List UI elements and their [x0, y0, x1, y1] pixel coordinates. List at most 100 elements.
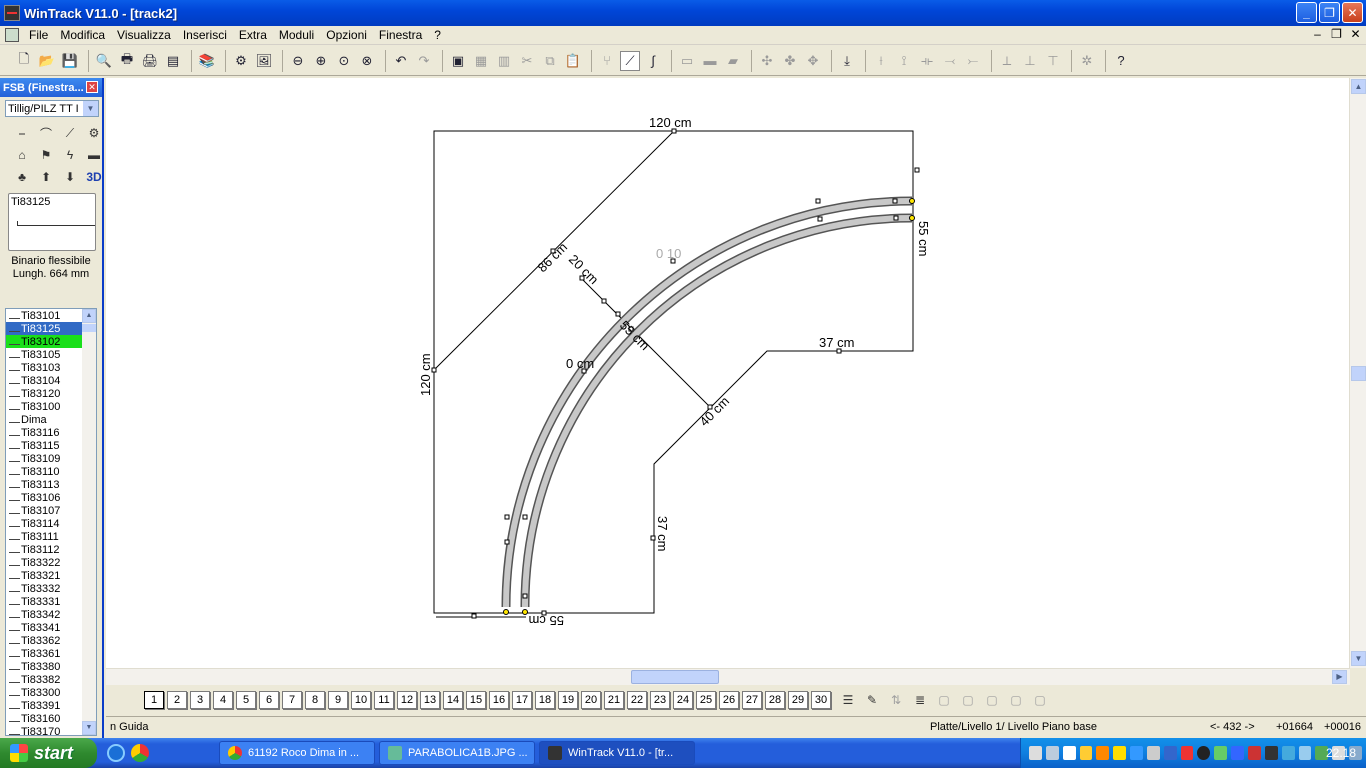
layer-button[interactable]: 17 [512, 691, 532, 709]
list-item[interactable]: Ti83361 [6, 647, 82, 660]
layer-button[interactable]: 23 [650, 691, 670, 709]
list-item[interactable]: Ti83111 [6, 530, 82, 543]
vertical-scrollbar[interactable]: ▲ ▼ [1349, 78, 1366, 668]
menu-file[interactable]: File [23, 28, 54, 42]
tray-app-12-icon[interactable] [1298, 746, 1312, 760]
library-icon[interactable]: 📚 [197, 51, 217, 71]
height-2-icon[interactable]: ⊥ [1020, 51, 1040, 71]
layer-button[interactable]: 9 [328, 691, 348, 709]
align-1-icon[interactable]: ⟊ [871, 51, 891, 71]
print-preview-icon[interactable]: 🔍 [94, 51, 114, 71]
layer-button[interactable]: 15 [466, 691, 486, 709]
scroll-down-icon[interactable]: ▼ [82, 721, 96, 735]
menu-visualizza[interactable]: Visualizza [111, 28, 177, 42]
layer-button[interactable]: 29 [788, 691, 808, 709]
list-item[interactable]: Ti83106 [6, 491, 82, 504]
layer-height-icon[interactable]: ⇅ [886, 691, 906, 709]
start-button[interactable]: start [0, 738, 97, 768]
building-icon[interactable]: ⌂ [12, 145, 32, 165]
lower-icon[interactable]: ⬇ [60, 167, 80, 187]
menu-finestra[interactable]: Finestra [373, 28, 428, 42]
doc-minimize-button[interactable]: – [1311, 27, 1324, 41]
straight-track-icon[interactable]: ⎯ [12, 123, 32, 143]
list-item[interactable]: Ti83160 [6, 712, 82, 725]
layer-button[interactable]: 16 [489, 691, 509, 709]
layer-button[interactable]: 14 [443, 691, 463, 709]
layer-button[interactable]: 10 [351, 691, 371, 709]
layer-button[interactable]: 22 [627, 691, 647, 709]
open-folder-icon[interactable]: 📂 [37, 51, 57, 71]
tray-app-2-icon[interactable] [1045, 746, 1059, 760]
list-item[interactable]: Ti83125 [6, 322, 82, 335]
align-4-icon[interactable]: ⤙ [940, 51, 960, 71]
tray-app-10-icon[interactable] [1247, 746, 1261, 760]
zoom-all-icon[interactable]: ⊗ [357, 51, 377, 71]
list-item[interactable]: Ti83382 [6, 673, 82, 686]
list-item[interactable]: Ti83109 [6, 452, 82, 465]
parameters-icon[interactable]: ⚙ [231, 51, 251, 71]
zoom-in-icon[interactable]: ⊕ [311, 51, 331, 71]
tray-folder-icon[interactable] [1079, 746, 1093, 760]
zoom-window-icon[interactable]: ⊙ [334, 51, 354, 71]
layer-button[interactable]: 7 [282, 691, 302, 709]
layer-button[interactable]: 26 [719, 691, 739, 709]
switch-track-icon[interactable]: ⟋ [60, 123, 80, 143]
panel-close-button[interactable]: ✕ [86, 81, 98, 93]
layer-edit-icon[interactable]: ✎ [862, 691, 882, 709]
new-file-icon[interactable]: 🗋 [14, 51, 34, 71]
layer-button[interactable]: 19 [558, 691, 578, 709]
list-item[interactable]: Ti83102 [6, 335, 82, 348]
layer-button[interactable]: 25 [696, 691, 716, 709]
view-5-icon[interactable]: ▢ [1030, 691, 1050, 709]
cut-icon[interactable]: ✂ [517, 51, 537, 71]
height-1-icon[interactable]: ⟂ [997, 51, 1017, 71]
align-2-icon[interactable]: ⟟ [894, 51, 914, 71]
scroll-down-icon[interactable]: ▼ [1351, 651, 1366, 666]
layer-3-icon[interactable]: ▰ [723, 51, 743, 71]
copy-icon[interactable]: ⧉ [540, 51, 560, 71]
tray-app-7-icon[interactable] [1180, 746, 1194, 760]
close-button[interactable]: ✕ [1342, 2, 1363, 23]
tray-app-1-icon[interactable] [1029, 746, 1042, 760]
layer-button[interactable]: 1 [144, 691, 164, 709]
list-item[interactable]: Ti83322 [6, 556, 82, 569]
align-5-icon[interactable]: ⤚ [963, 51, 983, 71]
minimize-button[interactable]: _ [1296, 2, 1317, 23]
panel-title-bar[interactable]: FSB (Finestra... ✕ [0, 78, 102, 97]
paste-icon[interactable]: 📋 [563, 51, 583, 71]
print-icon[interactable]: 🖶 [117, 51, 137, 71]
turntable-icon[interactable]: ⚙ [84, 123, 104, 143]
tray-network-icon[interactable] [1130, 746, 1143, 760]
list-item[interactable]: Ti83120 [6, 387, 82, 400]
scroll-thumb[interactable] [82, 324, 96, 332]
list-item[interactable]: Ti83113 [6, 478, 82, 491]
bluetooth-icon[interactable] [1231, 746, 1244, 760]
undo-icon[interactable]: ↶ [391, 51, 411, 71]
task-image-viewer[interactable]: PARABOLICA1B.JPG ... [379, 741, 535, 765]
list-item[interactable]: Ti83391 [6, 699, 82, 712]
list-item[interactable]: Ti83110 [6, 465, 82, 478]
save-icon[interactable]: 💾 [60, 51, 80, 71]
layer-button[interactable]: 30 [811, 691, 831, 709]
tray-monitor-icon[interactable] [1264, 746, 1278, 760]
layer-button[interactable]: 24 [673, 691, 693, 709]
tray-app-3-icon[interactable] [1062, 746, 1076, 760]
tray-app-4-icon[interactable] [1096, 746, 1110, 760]
chevron-down-icon[interactable]: ▼ [83, 101, 98, 116]
menu-modifica[interactable]: Modifica [54, 28, 111, 42]
align-3-icon[interactable]: ⟛ [917, 51, 937, 71]
doc-restore-button[interactable]: ❐ [1330, 27, 1343, 41]
menu-opzioni[interactable]: Opzioni [320, 28, 373, 42]
doc-close-button[interactable]: ✕ [1349, 27, 1362, 41]
menu-moduli[interactable]: Moduli [273, 28, 320, 42]
list-item[interactable]: Ti83342 [6, 608, 82, 621]
track-plan-drawing[interactable]: 120 cm 120 cm 86 cm 20 cm 55 cm 37 cm 37… [106, 78, 1350, 668]
wintrack-app-icon[interactable] [4, 5, 20, 21]
signal-icon[interactable]: ⚑ [36, 145, 56, 165]
restore-button[interactable]: ❐ [1319, 2, 1340, 23]
chrome-icon[interactable] [131, 744, 149, 762]
layer-button[interactable]: 18 [535, 691, 555, 709]
layer-button[interactable]: 11 [374, 691, 394, 709]
list-item[interactable]: Ti83103 [6, 361, 82, 374]
list-item[interactable]: Ti83380 [6, 660, 82, 673]
